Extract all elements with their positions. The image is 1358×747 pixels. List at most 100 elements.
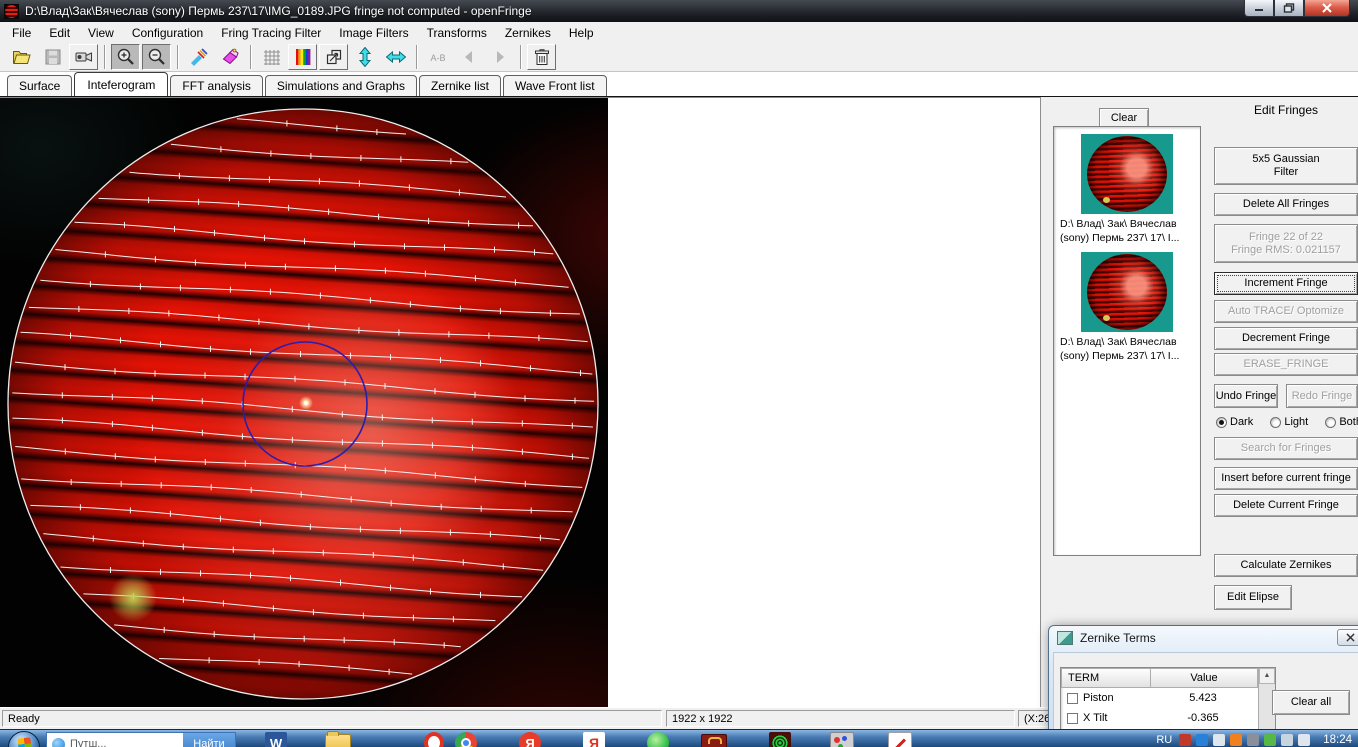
tab-fft-analysis[interactable]: FFT analysis: [170, 75, 262, 96]
decrement-fringe-button[interactable]: Decrement Fringe: [1214, 327, 1358, 350]
fingerprint-taskbar-icon[interactable]: [766, 732, 794, 747]
column-header-term[interactable]: TERM: [1061, 668, 1151, 688]
zernike-window-title: Zernike Terms: [1080, 631, 1156, 645]
grid-button[interactable]: [257, 44, 286, 70]
term-name: Piston: [1083, 692, 1149, 704]
green-shield-tray-icon[interactable]: [1264, 734, 1276, 746]
language-indicator[interactable]: RU: [1156, 734, 1172, 746]
search-button[interactable]: Найти: [183, 733, 235, 747]
minimize-button[interactable]: [1244, 0, 1274, 17]
tab-bar: SurfaceInteferogramFFT analysisSimulatio…: [0, 72, 1358, 97]
thumbnail-hotspot: [1103, 315, 1110, 321]
radio-both[interactable]: Both: [1325, 416, 1358, 428]
toolbox-taskbar-icon[interactable]: [700, 732, 728, 747]
tab-surface[interactable]: Surface: [7, 75, 72, 96]
menu-image-filters[interactable]: Image Filters: [330, 24, 417, 42]
radio-light[interactable]: Light: [1270, 416, 1308, 428]
calculate-zernikes-button[interactable]: Calculate Zernikes: [1214, 554, 1358, 577]
radio-dark[interactable]: Dark: [1216, 416, 1253, 428]
edit-fringes-title: Edit Fringes: [1214, 103, 1358, 117]
insert-before-current-fringe-button[interactable]: Insert before current fringe: [1214, 467, 1358, 490]
menu-fring-tracing-filter[interactable]: Fring Tracing Filter: [212, 24, 330, 42]
taskbar: Путш... Найти W Я Я RU 18:24: [0, 729, 1358, 747]
term-checkbox[interactable]: [1067, 693, 1078, 704]
red-alert-tray-icon[interactable]: [1179, 734, 1191, 746]
menu-edit[interactable]: Edit: [40, 24, 79, 42]
display-tray-icon[interactable]: [1281, 734, 1293, 746]
flip-button[interactable]: [319, 44, 348, 70]
orange-update-tray-icon[interactable]: [1230, 734, 1242, 746]
volume-tray-icon[interactable]: [1298, 734, 1310, 746]
menu-file[interactable]: File: [3, 24, 40, 42]
resize-horizontal-button[interactable]: [381, 44, 410, 70]
next-button: [485, 44, 514, 70]
gray-device-tray-icon[interactable]: [1247, 734, 1259, 746]
zernike-window-icon: [1057, 631, 1073, 645]
thumbnail-hotspot: [1103, 197, 1110, 203]
flip-icon: [324, 47, 344, 67]
taskbar-search[interactable]: Путш... Найти: [46, 732, 236, 747]
zoom-out-button[interactable]: [142, 44, 171, 70]
window-restore-tray-icon[interactable]: [1213, 734, 1225, 746]
menu-bar: FileEditViewConfigurationFring Tracing F…: [0, 22, 1358, 43]
term-checkbox[interactable]: [1067, 713, 1078, 724]
eraser-button[interactable]: [215, 44, 244, 70]
increment-fringe-button[interactable]: Increment Fringe: [1214, 272, 1358, 295]
radio-label: Dark: [1230, 416, 1253, 428]
search-for-fringes-button: Search for Fringes: [1214, 437, 1358, 460]
opera-taskbar-icon[interactable]: [420, 732, 448, 747]
zoom-in-button[interactable]: [111, 44, 140, 70]
toolbar-separator: [177, 45, 178, 69]
restore-button[interactable]: [1274, 0, 1304, 17]
clear-all-button[interactable]: Clear all: [1272, 690, 1350, 715]
yandex-taskbar-icon[interactable]: Я: [580, 732, 608, 747]
thumbnail-caption: D:\ Влад\ Зак\ Вячеслав (sony) Пермь 237…: [1060, 217, 1194, 245]
fringe-list[interactable]: D:\ Влад\ Зак\ Вячеслав (sony) Пермь 237…: [1053, 126, 1201, 556]
open-file-button[interactable]: [7, 44, 36, 70]
auto-trace-optomize-button: Auto TRACE/ Optomize: [1214, 300, 1358, 323]
brush-button[interactable]: [184, 44, 213, 70]
paint-taskbar-icon[interactable]: [828, 732, 856, 747]
zernike-close-button[interactable]: [1337, 629, 1358, 646]
menu-zernikes[interactable]: Zernikes: [496, 24, 560, 42]
close-button[interactable]: [1304, 0, 1350, 17]
resize-vertical-button[interactable]: [350, 44, 379, 70]
yandex-app-taskbar-icon[interactable]: Я: [516, 732, 544, 747]
menu-help[interactable]: Help: [560, 24, 603, 42]
gaussian-filter-button[interactable]: 5x5 Gaussian Filter: [1214, 147, 1358, 185]
menu-configuration[interactable]: Configuration: [123, 24, 212, 42]
scroll-up-icon[interactable]: ▲: [1259, 668, 1275, 684]
delete-button[interactable]: [527, 44, 556, 70]
folder-taskbar-icon[interactable]: [324, 732, 352, 747]
taskbar-clock[interactable]: 18:24: [1323, 734, 1352, 746]
interferogram-image[interactable]: [0, 98, 608, 708]
interferogram-canvas[interactable]: [0, 97, 608, 707]
color-scale-button[interactable]: [288, 44, 317, 70]
fringe-thumbnail-1[interactable]: D:\ Влад\ Зак\ Вячеслав (sony) Пермь 237…: [1054, 134, 1200, 245]
undo-fringe-button[interactable]: Undo Fringe: [1214, 384, 1278, 408]
tab-wave-front-list[interactable]: Wave Front list: [503, 75, 607, 96]
fringe-thumbnail-2[interactable]: D:\ Влад\ Зак\ Вячеслав (sony) Пермь 237…: [1054, 252, 1200, 363]
word-taskbar-icon[interactable]: W: [262, 732, 290, 747]
tab-simulations-and-graphs[interactable]: Simulations and Graphs: [265, 75, 417, 96]
start-button[interactable]: [8, 731, 40, 747]
tab-inteferogram[interactable]: Inteferogram: [74, 72, 168, 96]
main-content: Clear D:\ Влад\ Зак\ Вячеслав (sony) Пер…: [0, 97, 1358, 707]
search-input[interactable]: Путш...: [70, 738, 183, 747]
grid-icon: [262, 47, 282, 67]
chrome-taskbar-icon[interactable]: [452, 732, 480, 747]
fringe-type-radios: Dark Light Both: [1216, 416, 1358, 428]
column-header-value[interactable]: Value: [1151, 668, 1258, 688]
media-taskbar-icon[interactable]: [886, 732, 914, 747]
tab-zernike-list[interactable]: Zernike list: [419, 75, 501, 96]
help-blue-tray-icon[interactable]: [1196, 734, 1208, 746]
camera-button[interactable]: [69, 44, 98, 70]
window-title: D:\Влад\Зак\Вячеслав (sony) Пермь 237\17…: [25, 4, 532, 18]
green-app-taskbar-icon[interactable]: [644, 732, 672, 747]
delete-current-fringe-button[interactable]: Delete Current Fringe: [1214, 494, 1358, 517]
trash-icon: [532, 47, 552, 67]
menu-view[interactable]: View: [79, 24, 123, 42]
edit-elipse-button[interactable]: Edit Elipse: [1214, 585, 1292, 610]
delete-all-fringes-button[interactable]: Delete All Fringes: [1214, 193, 1358, 216]
menu-transforms[interactable]: Transforms: [418, 24, 496, 42]
